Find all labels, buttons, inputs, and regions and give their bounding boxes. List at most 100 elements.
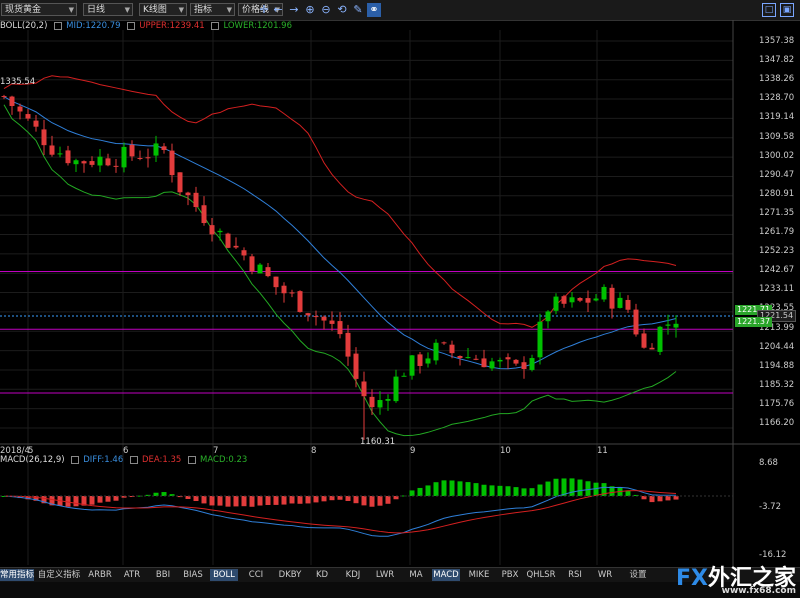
candle-body [641, 333, 647, 348]
candle-body [369, 396, 375, 408]
date-label: 8 [311, 446, 317, 456]
macd-bar [225, 496, 231, 507]
tab-常用指标[interactable]: 常用指标 [0, 569, 34, 581]
candle-body [17, 106, 23, 112]
macd-bar [233, 496, 239, 507]
tab-rsi[interactable]: RSI [563, 569, 587, 581]
candle-body [561, 296, 567, 304]
macd-bar [73, 496, 79, 507]
candle-body [473, 358, 479, 360]
macd-bar [537, 484, 543, 496]
candle-body [209, 225, 215, 235]
tab-atr[interactable]: ATR [119, 569, 145, 581]
tab-arbr[interactable]: ARBR [85, 569, 115, 581]
tab-lwr[interactable]: LWR [372, 569, 398, 581]
candle-body [73, 160, 79, 165]
tab-设置[interactable]: 设置 [625, 569, 651, 581]
candle-body [225, 233, 231, 248]
macd-bar [577, 479, 583, 496]
candle-body [65, 150, 71, 164]
tab-bbi[interactable]: BBI [150, 569, 176, 581]
candle-body [41, 129, 47, 146]
candle-body [545, 311, 551, 322]
candle-body [97, 156, 103, 166]
macd-bar [305, 496, 311, 504]
candle-body [249, 256, 255, 272]
brand-logo: FX外汇之家 www.fx68.com [676, 560, 796, 596]
macd-bar [113, 496, 119, 501]
date-label: 6 [123, 446, 129, 456]
date-label: 9 [410, 446, 416, 456]
price-axis-label: 1290.47 [759, 169, 795, 180]
macd-bar [313, 496, 319, 503]
macd-bar [497, 485, 503, 496]
logo-url: www.fx68.com [721, 586, 796, 596]
macd-bar [289, 496, 295, 504]
macd-bar [249, 496, 255, 507]
price-axis-label: 1338.26 [759, 74, 795, 85]
macd-bar [321, 496, 327, 502]
tab-macd[interactable]: MACD [432, 569, 460, 581]
candle-body [265, 267, 271, 277]
candle-body [257, 264, 263, 274]
candle-body [401, 375, 407, 377]
tab-wr[interactable]: WR [594, 569, 616, 581]
candle-body [169, 150, 175, 176]
candle-body [89, 161, 95, 165]
price-axis-label: 1280.91 [759, 188, 795, 199]
candle-body [441, 342, 447, 344]
tab-dkby[interactable]: DKBY [275, 569, 305, 581]
candle-body [665, 324, 671, 326]
price-axis-label: 1319.14 [759, 112, 795, 123]
tab-kd[interactable]: KD [310, 569, 334, 581]
macd-bar [585, 481, 591, 496]
candle-body [489, 361, 495, 369]
candle-body [529, 358, 535, 370]
price-axis-label: 1347.82 [759, 55, 795, 66]
candle-body [449, 344, 455, 354]
macd-bar [657, 496, 663, 502]
macd-bar [369, 496, 375, 507]
candle-body [49, 145, 55, 155]
candle-body [465, 357, 471, 359]
candle-body [633, 309, 639, 335]
tab-qhlsr[interactable]: QHLSR [525, 569, 557, 581]
candle-body [329, 320, 335, 324]
candle-body [321, 316, 327, 321]
macd-bar [97, 496, 103, 503]
candle-body [353, 353, 359, 379]
date-label: 2018/4 [0, 446, 30, 456]
candle-body [313, 316, 319, 318]
candle-body [177, 172, 183, 193]
candle-body [377, 400, 383, 408]
tab-mike[interactable]: MIKE [464, 569, 494, 581]
macd-bar [257, 496, 263, 506]
tab-kdj[interactable]: KDJ [340, 569, 366, 581]
candle-body [201, 205, 207, 224]
candle-body [481, 358, 487, 368]
candle-body [193, 192, 199, 208]
price-axis-label: 1185.32 [759, 379, 795, 390]
boll-upper-line [3, 75, 677, 328]
tab-自定义指标[interactable]: 自定义指标 [36, 569, 82, 581]
tab-boll[interactable]: BOLL [210, 569, 238, 581]
macd-bar [201, 496, 207, 504]
macd-bar [545, 481, 551, 496]
price-chart[interactable] [0, 0, 800, 598]
macd-bar [345, 496, 351, 501]
candle-body [289, 292, 295, 294]
candle-body [425, 358, 431, 364]
tab-bias[interactable]: BIAS [180, 569, 206, 581]
price-axis-label: 1166.20 [759, 418, 795, 428]
candle-body [81, 161, 87, 164]
macd-bar [385, 496, 391, 504]
tab-cci[interactable]: CCI [243, 569, 269, 581]
macd-bar [241, 496, 247, 507]
candle-body [649, 347, 655, 350]
candle-body [657, 326, 663, 352]
candle-body [601, 286, 607, 300]
price-axis-label: 1261.79 [759, 227, 795, 237]
candle-body [217, 230, 223, 233]
tab-ma[interactable]: MA [405, 569, 427, 581]
tab-pbx[interactable]: PBX [498, 569, 522, 581]
